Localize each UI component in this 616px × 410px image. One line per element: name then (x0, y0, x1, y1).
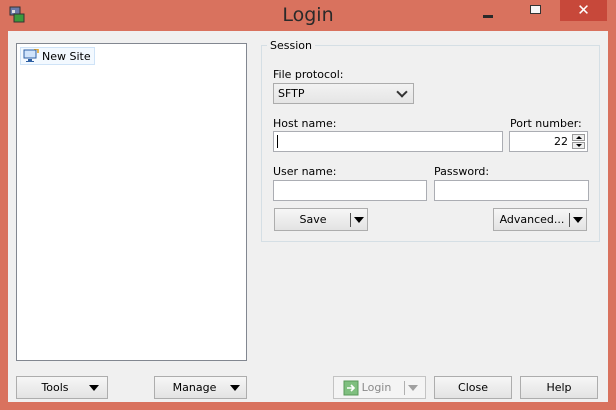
port-number-input[interactable]: 22 (509, 131, 588, 152)
spin-up-icon[interactable] (572, 134, 585, 141)
save-dropdown-arrow-icon[interactable] (354, 216, 364, 223)
manage-label: Manage (172, 381, 217, 394)
dialog-body: New Site Tools Manage Session File proto… (8, 31, 608, 402)
help-button[interactable]: Help (520, 376, 598, 399)
minimize-button[interactable] (474, 4, 502, 22)
file-protocol-value: SFTP (278, 87, 305, 100)
login-window: Login ✕ New Site Tools Manage Session Fi… (0, 0, 616, 410)
file-protocol-label: File protocol: (273, 68, 344, 81)
title-bar[interactable]: Login ✕ (0, 0, 616, 32)
file-protocol-select[interactable]: SFTP (273, 83, 414, 104)
login-icon (343, 380, 359, 395)
maximize-button[interactable] (522, 1, 548, 21)
help-label: Help (546, 381, 572, 394)
login-label: Login (361, 381, 392, 394)
close-window-button[interactable]: ✕ (560, 0, 607, 21)
close-icon: ✕ (577, 1, 590, 19)
user-name-input[interactable] (273, 180, 427, 201)
tools-button[interactable]: Tools (16, 376, 108, 399)
port-spinner[interactable] (572, 134, 585, 149)
chevron-down-icon (396, 86, 408, 98)
split-separator (350, 212, 351, 227)
advanced-button[interactable]: Advanced... (493, 208, 587, 231)
save-label: Save (299, 213, 327, 226)
session-group-label: Session (267, 39, 315, 52)
tools-label: Tools (41, 381, 69, 394)
port-number-label: Port number: (510, 117, 582, 130)
close-label: Close (458, 381, 488, 394)
site-tree[interactable]: New Site (16, 43, 247, 361)
host-name-input[interactable] (273, 131, 503, 152)
login-dropdown-arrow-icon[interactable] (408, 384, 419, 391)
advanced-dropdown-arrow-icon[interactable] (573, 216, 583, 223)
host-name-label: Host name: (273, 117, 337, 130)
monitor-icon (23, 49, 39, 62)
port-number-value: 22 (554, 135, 568, 148)
user-name-label: User name: (273, 165, 337, 178)
password-label: Password: (434, 165, 490, 178)
tree-item-label: New Site (42, 49, 91, 63)
text-cursor (277, 135, 278, 148)
password-input[interactable] (434, 180, 589, 201)
save-button[interactable]: Save (274, 208, 368, 231)
split-separator (404, 380, 406, 395)
tree-item-new-site[interactable]: New Site (20, 47, 95, 65)
manage-button[interactable]: Manage (154, 376, 247, 399)
split-separator (569, 212, 570, 227)
manage-dropdown-arrow-icon (230, 384, 240, 391)
spin-down-icon[interactable] (572, 142, 585, 149)
login-button[interactable]: Login (333, 376, 426, 399)
close-button[interactable]: Close (434, 376, 512, 399)
tools-dropdown-arrow-icon (89, 384, 99, 391)
advanced-label: Advanced... (499, 213, 565, 226)
